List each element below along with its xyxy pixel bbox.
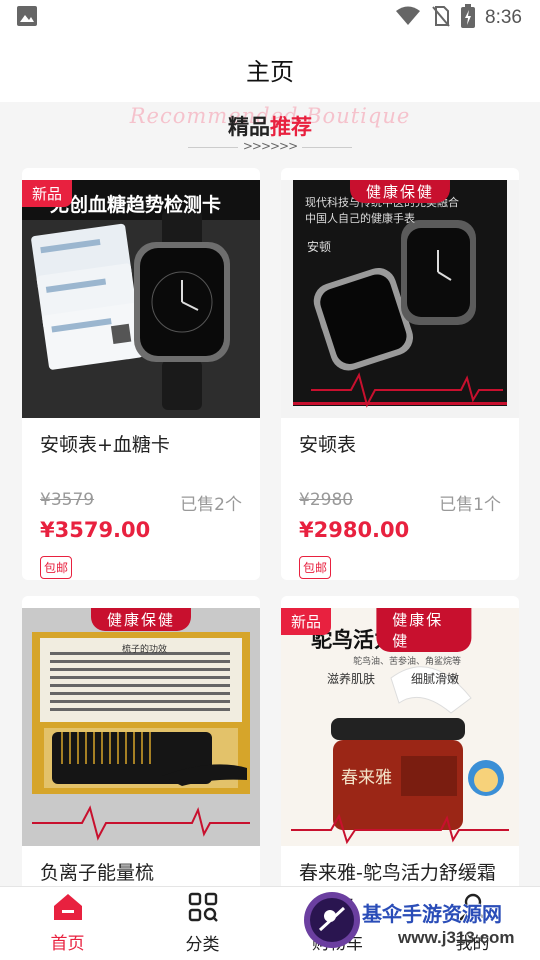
- status-bar: 8:36: [0, 0, 540, 36]
- watermark-text: 基伞手游资源网: [362, 902, 502, 926]
- product-name[interactable]: 安顿表: [299, 430, 356, 457]
- new-tag: 新品: [281, 608, 332, 635]
- home-icon: [53, 893, 83, 925]
- grid-search-icon: [188, 892, 218, 926]
- product-name[interactable]: 负离子能量梳: [40, 858, 154, 885]
- tab-home-label: 首页: [50, 934, 85, 954]
- health-tag: 健康保健: [90, 608, 192, 631]
- product-name[interactable]: 安顿表+血糖卡: [40, 430, 170, 457]
- free-shipping-badge: 包邮: [299, 556, 332, 579]
- product-image-caption: 梳子的功效: [122, 645, 168, 655]
- health-tag: 健康保健: [349, 180, 451, 203]
- new-tag: 新品: [22, 180, 73, 207]
- section-title-part2: 推荐: [270, 115, 312, 139]
- sold-count: 已售2个: [180, 495, 242, 515]
- product-price: ¥2980.00: [299, 518, 410, 542]
- gallery-icon: [16, 5, 38, 31]
- section-title-part1: 精品: [228, 115, 270, 139]
- product-price: ¥3579.00: [40, 518, 151, 542]
- watermark-url: www.j313.com: [398, 928, 515, 947]
- original-price: ¥3579: [40, 490, 95, 510]
- product-image: 无创血糖趋势检测卡: [22, 180, 260, 418]
- section-header: Recommended Boutique 精品推荐 >>>>>>: [0, 102, 540, 168]
- product-card[interactable]: 无创血糖趋势检测卡 新品 安顿表+血糖卡 ¥3579 已售2个 ¥3579.00…: [22, 168, 260, 580]
- no-sim-icon: [431, 5, 451, 31]
- section-title: 精品推荐: [0, 111, 540, 141]
- sold-count: 已售1个: [439, 495, 501, 515]
- product-image-title: 无创血糖趋势检测卡: [50, 194, 222, 216]
- battery-charging-icon: [461, 4, 476, 32]
- product-image-line2: 中国人自己的健康手表: [305, 212, 415, 225]
- top-header: 主页: [0, 36, 540, 102]
- section-arrows: >>>>>>: [242, 139, 298, 153]
- tab-category-label: 分类: [185, 935, 220, 955]
- product-name[interactable]: 春来雅-鸵鸟活力舒缓霜: [299, 858, 496, 885]
- tab-category[interactable]: 分类: [135, 887, 270, 960]
- site-watermark: 基伞手游资源网 www.j313.com: [300, 884, 540, 960]
- page-title: 主页: [246, 57, 294, 86]
- health-tag: 健康保健: [376, 608, 472, 652]
- product-image-feature-1: 滋养肌肤: [327, 672, 376, 686]
- section-divider-right: [302, 147, 352, 148]
- product-image: 现代科技与传统中医的完美融合 中国人自己的健康手表 安顿: [281, 180, 519, 418]
- original-price: ¥2980: [299, 490, 354, 510]
- tab-home[interactable]: 首页: [0, 887, 135, 960]
- product-jar-label: 春来雅: [341, 768, 392, 788]
- free-shipping-badge: 包邮: [40, 556, 73, 579]
- status-time: 8:36: [485, 7, 522, 28]
- product-image-sub: 鸵鸟油、苦参油、角鲨烷等: [353, 657, 462, 667]
- wifi-icon: [395, 5, 421, 31]
- product-image: 梳子的功效: [22, 608, 260, 846]
- watermark-logo-icon: [304, 892, 360, 948]
- product-card[interactable]: 现代科技与传统中医的完美融合 中国人自己的健康手表 安顿 健康保健 安顿表 ¥2…: [281, 168, 519, 580]
- product-image-brand: 安顿: [307, 240, 332, 254]
- product-image-feature-2: 细腻滑嫩: [411, 672, 460, 686]
